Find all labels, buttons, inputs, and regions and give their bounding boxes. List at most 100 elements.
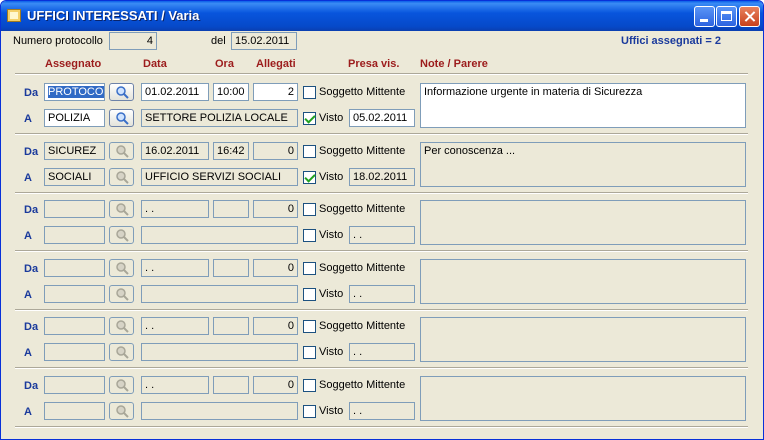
soggetto-mittente-checkbox[interactable]: [303, 320, 316, 333]
minimize-button[interactable]: [694, 6, 715, 27]
da-time-field[interactable]: [213, 317, 249, 335]
note-parere-field[interactable]: Informazione urgente in materia di Sicur…: [420, 83, 746, 128]
note-parere-field[interactable]: [420, 258, 746, 304]
row-separator: [15, 367, 748, 369]
a-office-description: [141, 226, 298, 244]
visto-label: Visto: [319, 229, 344, 241]
row-separator: [15, 250, 748, 252]
attachments-field[interactable]: 0: [253, 141, 298, 160]
a-office-code-field[interactable]: [44, 226, 105, 244]
note-parere-field[interactable]: Per conoscenza ...: [420, 141, 746, 187]
da-office-code-field[interactable]: [44, 200, 105, 218]
da-lookup-button[interactable]: [109, 200, 134, 218]
a-office-code-field[interactable]: [44, 401, 105, 420]
da-time-field[interactable]: [213, 200, 249, 218]
da-lookup-button[interactable]: [109, 83, 134, 101]
da-date-field[interactable]: . .: [141, 375, 209, 394]
visto-checkbox[interactable]: [303, 287, 316, 301]
row-separator: [15, 308, 748, 311]
da-lookup-button[interactable]: [109, 375, 134, 394]
da-label: Da: [24, 87, 39, 99]
da-office-code-field[interactable]: PROTOCOL: [44, 83, 105, 101]
da-label: Da: [24, 262, 39, 275]
da-lookup-button[interactable]: [109, 141, 134, 160]
soggetto-mittente-label: Soggetto Mittente: [319, 261, 406, 274]
protocol-date-field[interactable]: 15.02.2011: [231, 32, 297, 50]
visto-date-field[interactable]: 05.02.2011: [349, 109, 415, 127]
da-date-field[interactable]: 16.02.2011: [141, 141, 209, 160]
close-button[interactable]: [739, 6, 760, 27]
soggetto-mittente-label: Soggetto Mittente: [319, 320, 406, 332]
da-date-field[interactable]: . .: [141, 200, 209, 218]
a-label: A: [24, 288, 32, 301]
visto-date-field[interactable]: . .: [349, 343, 415, 361]
visto-checkbox[interactable]: [303, 170, 316, 184]
da-date-field[interactable]: . .: [141, 258, 209, 277]
date-label: del: [211, 35, 226, 47]
maximize-button[interactable]: [716, 6, 737, 27]
visto-label: Visto: [319, 170, 344, 183]
a-lookup-button[interactable]: [109, 284, 134, 303]
soggetto-mittente-checkbox[interactable]: [303, 144, 316, 158]
a-office-code-field[interactable]: SOCIALI: [44, 167, 105, 186]
da-date-field[interactable]: . .: [141, 317, 209, 335]
visto-checkbox[interactable]: [303, 229, 316, 242]
col-allegati: Allegati: [256, 58, 296, 70]
da-office-code-field[interactable]: [44, 375, 105, 394]
a-lookup-button[interactable]: [109, 343, 134, 361]
visto-checkbox[interactable]: [303, 112, 316, 125]
visto-date-field[interactable]: 18.02.2011: [349, 167, 415, 186]
row-separator: [15, 425, 748, 428]
soggetto-mittente-label: Soggetto Mittente: [319, 86, 406, 98]
folder-icon: [7, 9, 21, 22]
attachments-field[interactable]: 0: [253, 258, 298, 277]
soggetto-mittente-label: Soggetto Mittente: [319, 378, 406, 391]
da-lookup-button[interactable]: [109, 317, 134, 335]
attachments-field[interactable]: 0: [253, 375, 298, 394]
a-office-code-field[interactable]: POLIZIA: [44, 109, 105, 127]
a-lookup-button[interactable]: [109, 226, 134, 244]
da-date-field[interactable]: 01.02.2011: [141, 83, 209, 101]
da-lookup-button[interactable]: [109, 258, 134, 277]
visto-date-field[interactable]: . .: [349, 401, 415, 420]
header-separator: [15, 73, 748, 75]
title-bar[interactable]: UFFICI INTERESSATI / Varia: [1, 1, 763, 31]
da-time-field[interactable]: 10:00: [213, 83, 249, 101]
visto-checkbox[interactable]: [303, 346, 316, 359]
soggetto-mittente-checkbox[interactable]: [303, 86, 316, 99]
da-office-code-field[interactable]: SICUREZ: [44, 141, 105, 160]
visto-date-field[interactable]: . .: [349, 284, 415, 303]
da-office-code-field[interactable]: [44, 317, 105, 335]
da-office-code-value: PROTOCOL: [48, 86, 104, 98]
visto-date-field[interactable]: . .: [349, 226, 415, 244]
note-parere-field[interactable]: [420, 317, 746, 362]
protocol-label: Numero protocollo: [13, 35, 103, 47]
da-time-field[interactable]: [213, 375, 249, 394]
attachments-field[interactable]: 0: [253, 200, 298, 218]
da-label: Da: [24, 321, 39, 333]
a-office-code-field[interactable]: [44, 343, 105, 361]
col-note: Note / Parere: [420, 58, 488, 70]
visto-label: Visto: [319, 404, 344, 417]
a-lookup-button[interactable]: [109, 167, 134, 186]
da-time-field[interactable]: 16:42: [213, 141, 249, 160]
attachments-field[interactable]: 0: [253, 317, 298, 335]
soggetto-mittente-checkbox[interactable]: [303, 261, 316, 275]
window: UFFICI INTERESSATI / Varia Numero protoc…: [0, 0, 764, 440]
visto-label: Visto: [319, 346, 344, 358]
visto-checkbox[interactable]: [303, 404, 316, 418]
soggetto-mittente-checkbox[interactable]: [303, 378, 316, 392]
da-label: Da: [24, 145, 39, 158]
a-office-description: [141, 284, 298, 303]
attachments-field[interactable]: 2: [253, 83, 298, 101]
note-parere-field[interactable]: [420, 200, 746, 245]
row-separator: [15, 191, 748, 194]
soggetto-mittente-checkbox[interactable]: [303, 203, 316, 216]
a-lookup-button[interactable]: [109, 401, 134, 420]
note-parere-field[interactable]: [420, 375, 746, 421]
protocol-number-field[interactable]: 4: [109, 32, 157, 50]
a-office-code-field[interactable]: [44, 284, 105, 303]
a-lookup-button[interactable]: [109, 109, 134, 127]
da-time-field[interactable]: [213, 258, 249, 277]
da-office-code-field[interactable]: [44, 258, 105, 277]
